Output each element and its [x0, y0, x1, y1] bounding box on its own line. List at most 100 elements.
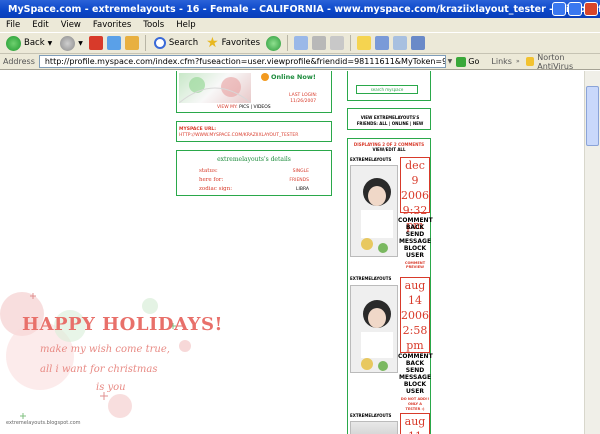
friends-links[interactable]: VIEW EXTREMELAYOUTS'S FRIENDS: ALL | ONL… — [350, 115, 430, 127]
details-box: extremelayouts's details status: SINGLE … — [176, 150, 332, 196]
print-icon[interactable] — [312, 36, 327, 50]
search-button[interactable]: Search — [152, 34, 200, 52]
myspace-url: MYSPACE URL: HTTP://WWW.MYSPACE.COM/KRAZ… — [179, 127, 299, 139]
back-label: Back — [24, 38, 45, 48]
refresh-icon[interactable] — [106, 36, 121, 50]
holiday-background-graphic: HAPPY HOLIDAYS! make my wish come true, … — [0, 286, 222, 434]
browser-window: MySpace.com - extremelayouts - 16 - Fema… — [0, 0, 600, 434]
send-message-link[interactable]: SEND — [398, 231, 432, 238]
address-url: http://profile.myspace.com/index.cfm?fus… — [44, 57, 445, 66]
details-title: extremelayouts's details — [217, 156, 291, 163]
snowflake-decoration-icon — [0, 292, 191, 419]
comments-box: DISPLAYING 2 OF 2 COMMENTS VIEW/EDIT ALL… — [347, 138, 433, 434]
address-input[interactable]: http://profile.myspace.com/index.cfm?fus… — [38, 55, 446, 68]
research-icon[interactable] — [375, 36, 390, 50]
details-row: zodiac sign: LIBRA — [199, 186, 309, 192]
search-icon — [153, 37, 166, 49]
favorites-label: Favorites — [221, 38, 261, 48]
chevron-down-icon[interactable]: ▼ — [78, 40, 83, 47]
friends-box: VIEW EXTREMELAYOUTS'S FRIENDS: ALL | ONL… — [347, 108, 431, 130]
menu-tools[interactable]: Tools — [137, 20, 170, 30]
go-button[interactable]: Go — [456, 56, 480, 67]
details-row: status: SINGLE — [199, 168, 309, 174]
edit-icon[interactable] — [330, 36, 345, 50]
ornament-icon — [178, 77, 252, 104]
block-user-link[interactable]: BLOCK — [398, 245, 432, 252]
vertical-scrollbar[interactable] — [584, 71, 600, 434]
comment-date: aug 14 2006 2:58 pm — [400, 277, 430, 353]
view-my-links: VIEW MY: PICS | VIDEOS — [217, 105, 271, 110]
menu-favorites[interactable]: Favorites — [87, 20, 137, 30]
menu-view[interactable]: View — [55, 20, 87, 30]
norton-icon — [525, 57, 535, 66]
comment-avatar[interactable] — [350, 421, 398, 434]
mail-icon[interactable] — [294, 36, 309, 50]
norton-label[interactable]: Norton AntiVirus — [537, 53, 600, 71]
search-myspace-input[interactable]: search myspace — [356, 85, 418, 94]
address-label: Address — [3, 57, 35, 66]
chevron-down-icon[interactable]: ▼ — [48, 40, 53, 47]
toolbar-separator — [287, 35, 289, 51]
pics-videos-link[interactable]: PICS | VIDEOS — [239, 105, 271, 110]
comment-preview: COMMENT PREVIEW — [404, 261, 426, 269]
forward-arrow-icon — [60, 35, 76, 51]
go-label: Go — [468, 57, 480, 66]
search-label: Search — [168, 38, 199, 48]
profile-banner-image — [178, 73, 252, 104]
comment-date: dec 9 2006 9:32 pm — [400, 157, 430, 232]
menu-file[interactable]: File — [0, 20, 26, 30]
details-table: status: SINGLE here for: FRIENDS zodiac … — [199, 167, 309, 194]
comment-avatar[interactable] — [350, 165, 398, 257]
comments-header: DISPLAYING 2 OF 2 COMMENTS VIEW/EDIT ALL — [348, 142, 430, 152]
maximize-button[interactable] — [568, 2, 582, 16]
menu-bar: File Edit View Favorites Tools Help — [0, 18, 600, 32]
comment-date: aug 11 — [400, 413, 430, 434]
toolbar-separator — [350, 35, 352, 51]
holiday-line-1: make my wish come true, — [40, 344, 170, 355]
comment-back-link[interactable]: COMMENT — [398, 217, 433, 224]
title-bar: MySpace.com - extremelayouts - 16 - Fema… — [0, 0, 600, 18]
favorites-button[interactable]: ★ Favorites — [204, 34, 262, 52]
close-button[interactable] — [584, 2, 598, 16]
messenger-icon[interactable] — [393, 36, 408, 50]
double-chevron-icon[interactable]: » — [516, 58, 520, 65]
go-arrow-icon — [456, 56, 467, 67]
last-login: LAST LOGIN: 11/26/2007 — [289, 93, 318, 104]
forward-button[interactable]: ▼ — [58, 34, 85, 52]
scrollbar-thumb[interactable] — [586, 86, 599, 146]
menu-edit[interactable]: Edit — [26, 20, 54, 30]
links-label[interactable]: Links — [491, 57, 512, 66]
home-icon[interactable] — [124, 36, 139, 50]
myspace-url-box: MYSPACE URL: HTTP://WWW.MYSPACE.COM/KRAZ… — [176, 121, 332, 142]
folder-icon[interactable] — [357, 36, 372, 50]
page-content: Online Now! LAST LOGIN: 11/26/2007 VIEW … — [0, 71, 600, 434]
avatar-photo-icon — [351, 286, 397, 372]
person-icon — [261, 73, 269, 81]
toolbar-separator — [144, 35, 146, 51]
comment-author[interactable]: EXTREMELAYOUTS — [350, 276, 391, 281]
search-box: search myspace — [347, 71, 431, 101]
back-button[interactable]: Back ▼ — [4, 34, 54, 52]
myspace-url-link[interactable]: HTTP://WWW.MYSPACE.COM/KRAZIIXLAYOUT_TES… — [179, 133, 298, 139]
comment-avatar[interactable] — [350, 285, 398, 373]
online-now-badge: Online Now! — [261, 73, 316, 81]
back-arrow-icon — [6, 35, 21, 51]
minimize-button[interactable] — [552, 2, 566, 16]
stop-icon[interactable] — [88, 36, 103, 50]
happy-holidays-heading: HAPPY HOLIDAYS! — [22, 314, 223, 335]
view-edit-all-link[interactable]: VIEW/EDIT ALL — [348, 147, 430, 152]
comment-note: DO NOT ADD!! ONLY A TESTER :) — [400, 397, 430, 411]
media-icon[interactable] — [266, 35, 282, 51]
star-icon: ★ — [206, 35, 219, 51]
comment-author[interactable]: EXTREMELAYOUTS — [350, 157, 391, 162]
comment-author[interactable]: EXTREMELAYOUTS — [350, 413, 391, 418]
details-row: here for: FRIENDS — [199, 177, 309, 183]
comment-actions: COMMENT BACK SEND MESSAGE BLOCK USER — [398, 353, 433, 395]
holiday-line-2: all i want for christmas — [40, 364, 158, 375]
avatar-photo-icon — [351, 166, 397, 256]
chevron-down-icon[interactable]: ▼ — [448, 58, 453, 65]
users-icon[interactable] — [411, 36, 426, 50]
holiday-credit: extremelayouts.blogspot.com — [6, 420, 81, 426]
address-bar: Address http://profile.myspace.com/index… — [0, 53, 600, 71]
menu-help[interactable]: Help — [170, 20, 201, 30]
